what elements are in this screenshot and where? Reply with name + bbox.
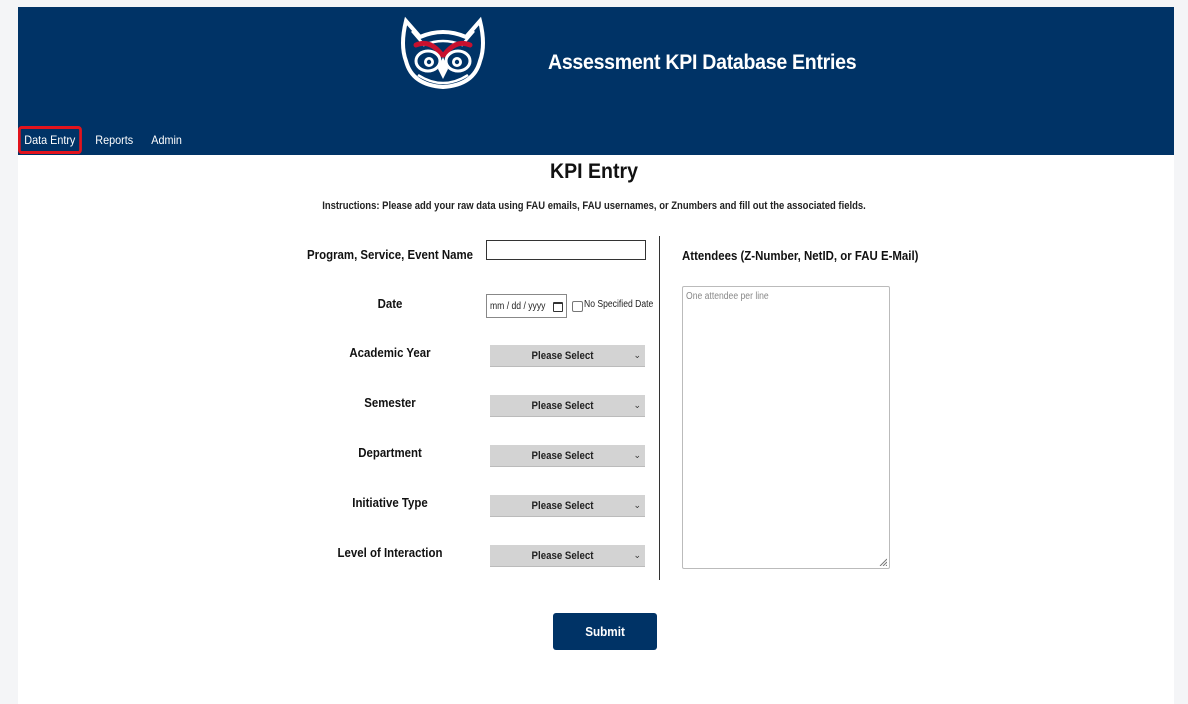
- level-of-interaction-select[interactable]: Please Select ⌄: [490, 545, 645, 567]
- chevron-down-icon: ⌄: [633, 550, 641, 560]
- resize-handle-icon[interactable]: [879, 558, 887, 566]
- semester-select[interactable]: Please Select ⌄: [490, 395, 645, 417]
- date-placeholder: mm / dd / yyyy: [490, 300, 546, 312]
- attendees-placeholder: One attendee per line: [686, 291, 769, 302]
- nav-reports[interactable]: Reports: [89, 128, 139, 152]
- calendar-icon[interactable]: [553, 302, 563, 312]
- semester-value: Please Select: [531, 400, 594, 412]
- initiative-type-select[interactable]: Please Select ⌄: [490, 495, 645, 517]
- page: Assessment KPI Database Entries Data Ent…: [0, 0, 1188, 704]
- instructions-text: Instructions: Please add your raw data u…: [322, 200, 866, 212]
- chevron-down-icon: ⌄: [633, 400, 641, 410]
- top-strip: [0, 0, 1188, 7]
- submit-label: Submit: [585, 624, 625, 639]
- column-divider: [659, 236, 660, 580]
- submit-button[interactable]: Submit: [553, 613, 657, 650]
- chevron-down-icon: ⌄: [633, 450, 641, 460]
- level-of-interaction-label: Level of Interaction: [337, 545, 443, 560]
- no-specified-date-label: No Specified Date: [584, 299, 654, 310]
- chevron-down-icon: ⌄: [633, 350, 641, 360]
- department-value: Please Select: [531, 450, 594, 462]
- initiative-type-label: Initiative Type: [352, 495, 428, 510]
- site-title: Assessment KPI Database Entries: [548, 51, 857, 74]
- academic-year-select[interactable]: Please Select ⌄: [490, 345, 645, 367]
- date-label: Date: [377, 296, 403, 311]
- attendees-textarea[interactable]: One attendee per line: [682, 286, 890, 569]
- initiative-type-value: Please Select: [531, 500, 594, 512]
- level-of-interaction-value: Please Select: [531, 550, 594, 562]
- main-nav: Data Entry Reports Admin: [18, 126, 193, 154]
- academic-year-label: Academic Year: [349, 345, 431, 360]
- chevron-down-icon: ⌄: [633, 500, 641, 510]
- semester-label: Semester: [364, 395, 416, 410]
- program-label: Program, Service, Event Name: [307, 247, 473, 262]
- department-select[interactable]: Please Select ⌄: [490, 445, 645, 467]
- nav-data-entry[interactable]: Data Entry: [18, 126, 82, 154]
- owl-logo-icon: [401, 16, 485, 90]
- no-specified-date-checkbox[interactable]: [572, 301, 583, 312]
- department-label: Department: [358, 445, 422, 460]
- attendees-label: Attendees (Z-Number, NetID, or FAU E-Mai…: [682, 248, 919, 263]
- left-gutter: [0, 0, 18, 704]
- form-title: KPI Entry: [550, 160, 638, 183]
- nav-admin[interactable]: Admin: [145, 128, 188, 152]
- right-gutter: [1174, 0, 1188, 704]
- date-input[interactable]: mm / dd / yyyy: [486, 294, 567, 318]
- program-name-input[interactable]: [486, 240, 646, 260]
- academic-year-value: Please Select: [531, 350, 594, 362]
